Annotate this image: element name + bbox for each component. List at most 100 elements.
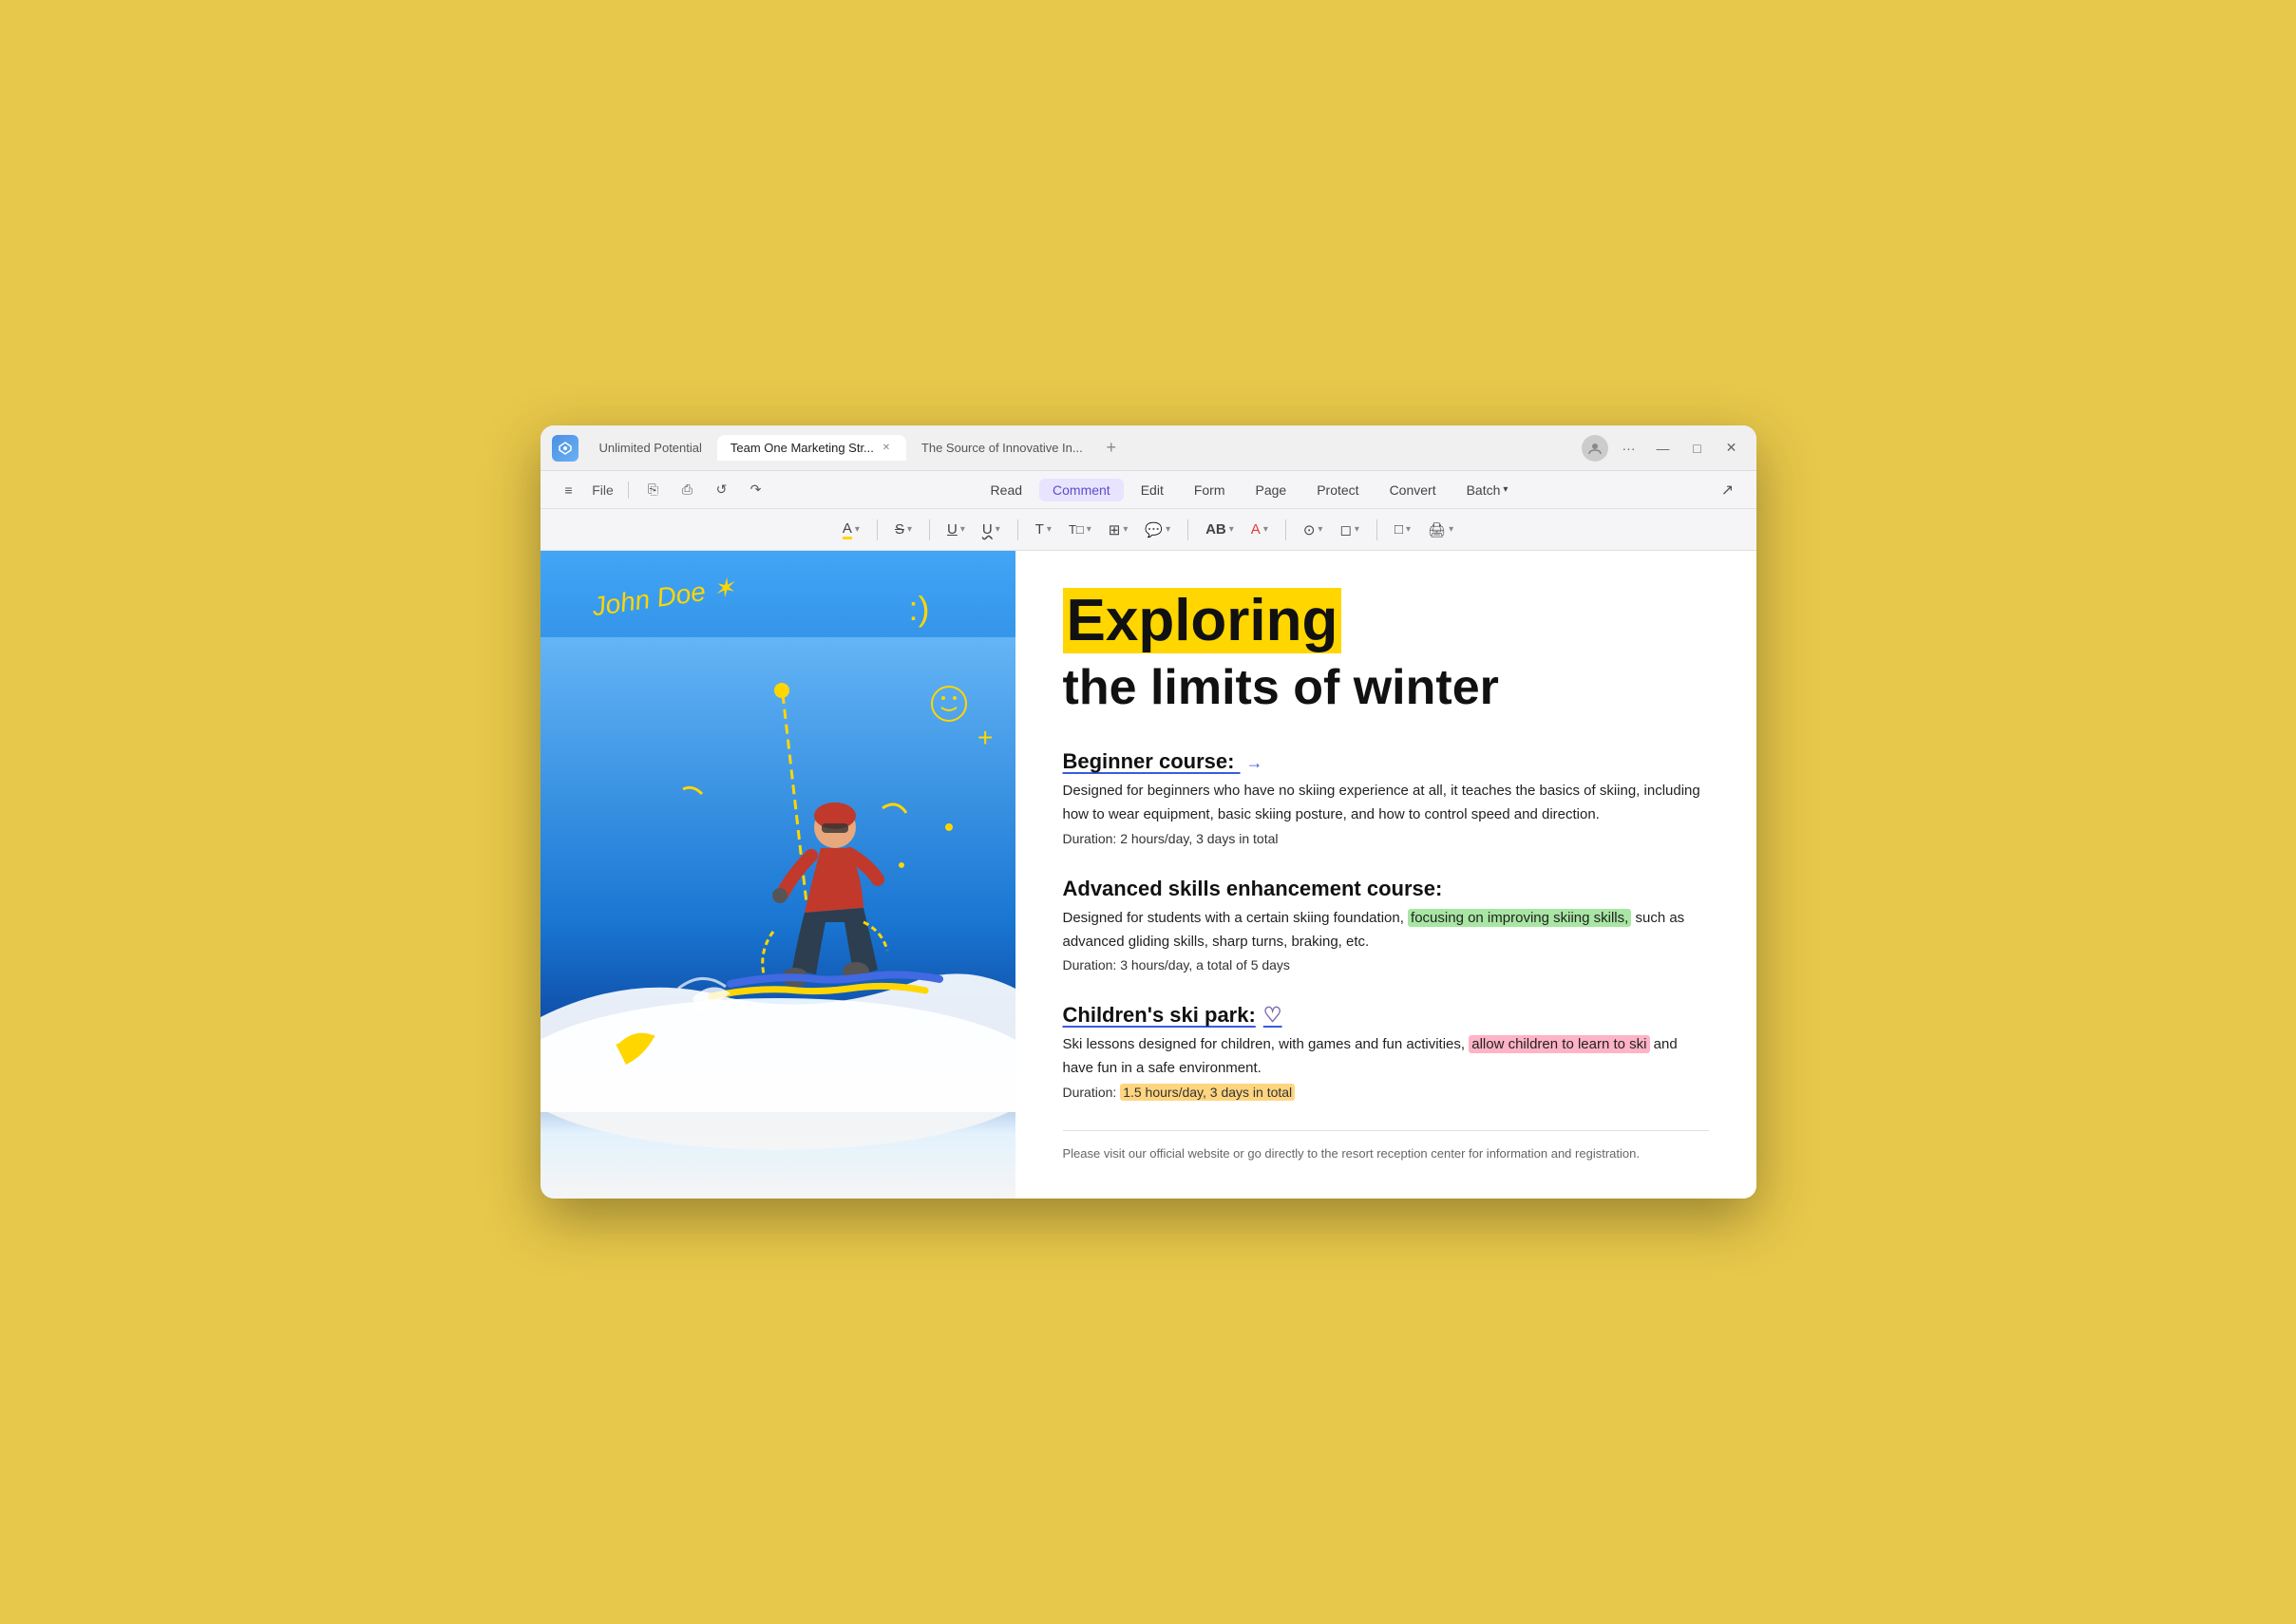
- menu-bar: ≡ File ⎘ ⎙ ↺ ↷ Read Comment Edit Form Pa…: [541, 471, 1756, 509]
- toolbar-sep-2: [929, 519, 930, 540]
- title-bar: Unlimited Potential Team One Marketing S…: [541, 425, 1756, 471]
- children-heading: Children's ski park: ♡: [1063, 1003, 1709, 1028]
- tab-team-marketing[interactable]: Team One Marketing Str... ✕: [717, 435, 906, 461]
- pdf-text-panel: Exploring the limits of winter Beginner …: [1015, 551, 1756, 1199]
- menu-form[interactable]: Form: [1181, 479, 1239, 501]
- font-button[interactable]: AB ▾: [1198, 518, 1242, 541]
- title-exploring: Exploring: [1063, 588, 1342, 653]
- strikethrough-button[interactable]: S ▾: [887, 518, 920, 541]
- underline-wave-icon: U: [982, 521, 993, 538]
- strikethrough-dropdown-icon: ▾: [907, 524, 912, 535]
- document-title-area: Exploring the limits of winter: [1063, 589, 1709, 715]
- menu-comment[interactable]: Comment: [1039, 479, 1124, 501]
- text-box-button[interactable]: T□ ▾: [1061, 519, 1099, 540]
- eraser-button[interactable]: ◻ ▾: [1332, 518, 1366, 542]
- add-tab-button[interactable]: +: [1098, 435, 1125, 462]
- underline-dropdown-icon: ▾: [960, 524, 965, 535]
- batch-label: Batch: [1467, 482, 1501, 498]
- pdf-image-panel: John Doe ✶ Happy Skiing :) ✦ ☞: [541, 551, 1015, 1199]
- highlight-color-button[interactable]: A ▾: [835, 517, 867, 543]
- browser-window: Unlimited Potential Team One Marketing S…: [541, 425, 1756, 1199]
- print-button[interactable]: 🖨 ▾: [1420, 518, 1461, 542]
- comment-icon: 💬: [1145, 521, 1163, 538]
- shape-button[interactable]: □ ▾: [1387, 518, 1418, 541]
- toolbar-group-draw: ⊙ ▾ ◻ ▾: [1296, 518, 1367, 542]
- text-button[interactable]: T ▾: [1028, 518, 1059, 541]
- stamp-dropdown-icon: ▾: [1123, 524, 1128, 535]
- menu-batch[interactable]: Batch ▾: [1453, 479, 1522, 501]
- beginner-duration: Duration: 2 hours/day, 3 days in total: [1063, 831, 1709, 846]
- print-icon-toolbar: 🖨: [1428, 521, 1446, 538]
- beginner-body: Designed for beginners who have no skiin…: [1063, 780, 1709, 827]
- more-options-button[interactable]: ···: [1616, 435, 1642, 462]
- draw-icon: ⊙: [1303, 521, 1316, 538]
- file-menu-item[interactable]: File: [590, 477, 617, 503]
- menu-edit[interactable]: Edit: [1128, 479, 1177, 501]
- redo-icon[interactable]: ↷: [743, 477, 769, 503]
- maximize-button[interactable]: □: [1684, 435, 1711, 462]
- menu-separator: [628, 482, 629, 499]
- skier-illustration: +: [541, 551, 1015, 1199]
- app-icon: [552, 435, 579, 462]
- toolbar-sep-3: [1017, 519, 1018, 540]
- stamp-button[interactable]: ⊞ ▾: [1101, 518, 1136, 542]
- section-beginner: Beginner course: → Designed for beginner…: [1063, 749, 1709, 846]
- main-content: John Doe ✶ Happy Skiing :) ✦ ☞: [541, 551, 1756, 1199]
- underline-button[interactable]: U ▾: [939, 518, 973, 541]
- draw-button[interactable]: ⊙ ▾: [1296, 518, 1331, 542]
- text-color-dropdown-icon: ▾: [1263, 524, 1268, 535]
- advanced-duration: Duration: 3 hours/day, a total of 5 days: [1063, 957, 1709, 973]
- tab-label: Unlimited Potential: [599, 441, 702, 455]
- print-icon[interactable]: ⎙: [674, 477, 701, 503]
- children-highlight: allow children to learn to ski: [1469, 1035, 1649, 1053]
- batch-arrow-icon: ▾: [1503, 484, 1508, 495]
- minimize-button[interactable]: —: [1650, 435, 1677, 462]
- menu-protect[interactable]: Protect: [1303, 479, 1372, 501]
- eraser-icon: ◻: [1339, 521, 1351, 538]
- highlight-dropdown-icon: ▾: [855, 524, 860, 535]
- menu-page[interactable]: Page: [1243, 479, 1300, 501]
- menu-read[interactable]: Read: [977, 479, 1035, 501]
- stamp-icon: ⊞: [1109, 521, 1121, 538]
- user-avatar[interactable]: [1582, 435, 1608, 462]
- tab-close-icon[interactable]: ✕: [880, 442, 893, 455]
- shape-dropdown-icon: ▾: [1406, 524, 1411, 535]
- underline-icon: U: [947, 521, 958, 538]
- title-limits: the limits of winter: [1063, 661, 1709, 715]
- tab-label: The Source of Innovative In...: [921, 441, 1083, 455]
- children-duration: Duration: 1.5 hours/day, 3 days in total: [1063, 1085, 1709, 1100]
- close-button[interactable]: ✕: [1718, 435, 1745, 462]
- toolbar-group-format: AB ▾ A ▾: [1198, 518, 1276, 541]
- section-children: Children's ski park: ♡ Ski lessons desig…: [1063, 1003, 1709, 1100]
- hamburger-icon[interactable]: ≡: [556, 477, 582, 503]
- window-controls: ··· — □ ✕: [1582, 435, 1745, 462]
- text-box-icon: T□: [1069, 522, 1084, 537]
- heart-icon: ♡: [1263, 1003, 1282, 1028]
- toolbar-sep-5: [1285, 519, 1286, 540]
- ski-scene: John Doe ✶ Happy Skiing :) ✦ ☞: [541, 551, 1015, 1199]
- beginner-heading: Beginner course: →: [1063, 749, 1709, 774]
- draw-dropdown-icon: ▾: [1318, 524, 1322, 535]
- undo-icon[interactable]: ↺: [709, 477, 735, 503]
- eraser-dropdown-icon: ▾: [1355, 524, 1359, 535]
- comment-button[interactable]: 💬 ▾: [1137, 518, 1178, 542]
- toolbar-sep-1: [877, 519, 878, 540]
- comment-dropdown-icon: ▾: [1166, 524, 1170, 535]
- menu-left: ≡ File ⎘ ⎙ ↺ ↷: [556, 477, 769, 503]
- underline-wave-button[interactable]: U ▾: [975, 518, 1008, 541]
- advanced-highlight: focusing on improving skiing skills,: [1408, 909, 1631, 927]
- external-link-icon[interactable]: ↗: [1715, 477, 1741, 503]
- print-dropdown-icon: ▾: [1449, 524, 1453, 535]
- text-color-icon: A: [1251, 521, 1261, 538]
- text-color-button[interactable]: A ▾: [1243, 518, 1276, 541]
- menu-convert[interactable]: Convert: [1376, 479, 1450, 501]
- advanced-heading: Advanced skills enhancement course:: [1063, 877, 1709, 901]
- window-shadow: Unlimited Potential Team One Marketing S…: [541, 425, 1756, 1199]
- shape-icon: □: [1395, 521, 1403, 538]
- toolbar-group-strikethrough: S ▾: [887, 518, 920, 541]
- section-advanced: Advanced skills enhancement course: Desi…: [1063, 877, 1709, 973]
- copy-icon[interactable]: ⎘: [640, 477, 667, 503]
- toolbar-sep-4: [1187, 519, 1188, 540]
- tab-unlimited-potential[interactable]: Unlimited Potential: [586, 435, 715, 461]
- tab-source-innovative[interactable]: The Source of Innovative In...: [908, 435, 1096, 461]
